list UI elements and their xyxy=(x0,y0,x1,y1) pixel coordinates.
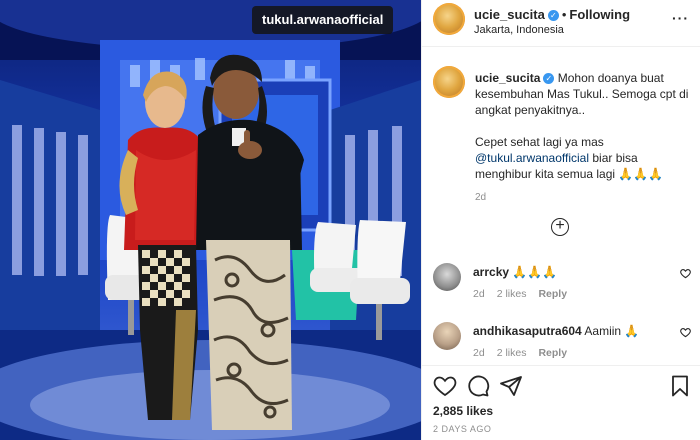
caption-timestamp: 2d xyxy=(475,192,487,203)
comment-likes[interactable]: 2 likes xyxy=(497,288,527,300)
user-tag[interactable]: tukul.arwanaofficial xyxy=(252,6,394,34)
caption-username[interactable]: ucie_sucita xyxy=(475,71,540,85)
separator-dot: • xyxy=(561,7,567,22)
comment-icon[interactable] xyxy=(466,374,490,398)
post-date: 2 DAYS AGO xyxy=(433,424,492,434)
caption-mention-link[interactable]: @tukul.arwanaofficial xyxy=(475,151,589,165)
more-options-icon[interactable]: ··· xyxy=(672,10,689,26)
verified-badge-icon: ✓ xyxy=(547,10,559,22)
heart-icon[interactable] xyxy=(433,374,457,398)
comment-likes[interactable]: 2 likes xyxy=(497,347,527,359)
post-actions-bar: 2,885 likes 2 DAYS AGO xyxy=(422,365,700,440)
commenter-username[interactable]: andhikasaputra604 xyxy=(473,324,582,338)
commenter-username[interactable]: arrcky xyxy=(473,265,509,279)
comment-meta: 2d 2 likes Reply xyxy=(473,347,579,359)
comment-body: Aamiin 🙏 xyxy=(584,324,640,338)
comment-body: 🙏🙏🙏 xyxy=(512,265,558,279)
verified-badge-icon: ✓ xyxy=(543,73,555,85)
comment-time: 2d xyxy=(473,288,485,300)
share-icon[interactable] xyxy=(499,374,523,398)
author-username[interactable]: ucie_sucita xyxy=(474,7,545,22)
caption-text: ucie_sucita ✓ Mohon doanya buat kesembuha… xyxy=(475,70,693,206)
studio-scene xyxy=(0,0,421,440)
reply-button[interactable]: Reply xyxy=(538,347,567,359)
heart-icon[interactable] xyxy=(680,327,691,338)
following-button[interactable]: Following xyxy=(569,7,630,22)
comment-text: arrcky 🙏🙏🙏 xyxy=(473,265,557,279)
commenter-avatar[interactable] xyxy=(433,322,461,350)
plus-circle-icon[interactable]: + xyxy=(551,218,569,236)
comment-meta: 2d 2 likes Reply xyxy=(473,288,579,300)
post-side-panel: ucie_sucita ✓ • Following Jakarta, Indonesi… xyxy=(421,0,700,440)
author-avatar[interactable] xyxy=(433,3,465,35)
comment-time: 2d xyxy=(473,347,485,359)
caption-avatar[interactable] xyxy=(433,66,465,98)
comment-text: andhikasaputra604 Aamiin 🙏 xyxy=(473,324,639,338)
commenter-avatar[interactable] xyxy=(433,263,461,291)
post-location[interactable]: Jakarta, Indonesia xyxy=(474,24,564,36)
post-header: ucie_sucita ✓ • Following Jakarta, Indonesi… xyxy=(422,0,700,47)
caption-line-2-start: Cepet sehat lagi ya mas xyxy=(475,135,604,149)
author-line: ucie_sucita ✓ • Following xyxy=(474,7,630,22)
bookmark-icon[interactable] xyxy=(668,374,692,398)
likes-count[interactable]: 2,885 likes xyxy=(433,404,493,418)
post-photo[interactable]: tukul.arwanaofficial xyxy=(0,0,421,440)
heart-icon[interactable] xyxy=(680,268,691,279)
reply-button[interactable]: Reply xyxy=(538,288,567,300)
